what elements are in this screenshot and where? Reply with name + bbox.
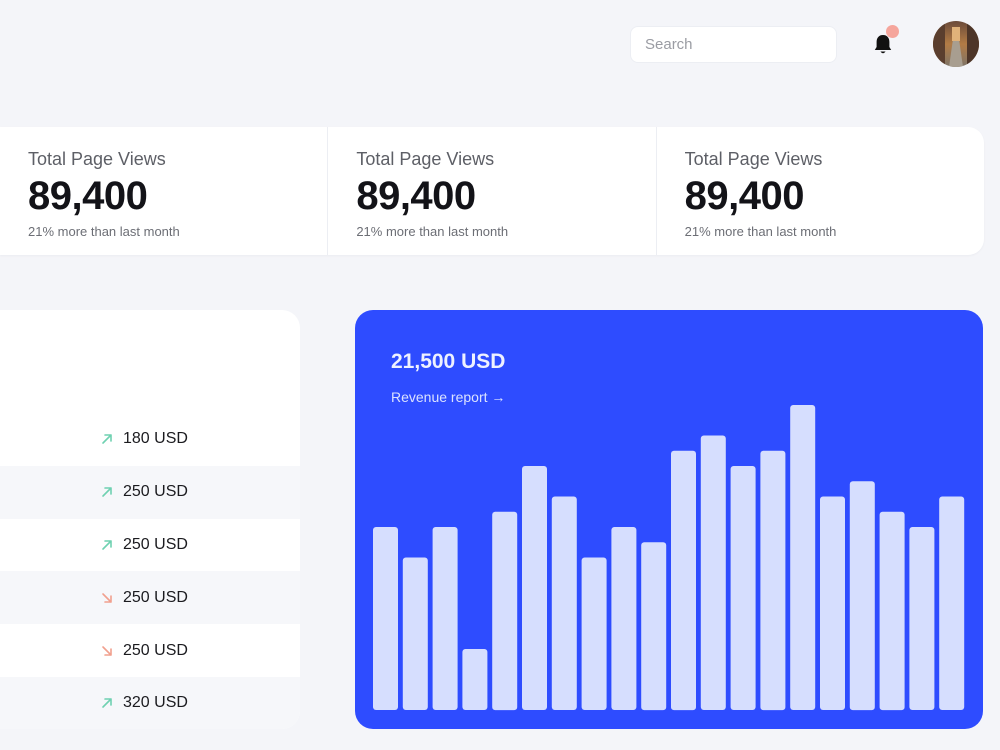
list-item[interactable]: 250 USD — [0, 571, 300, 625]
avatar[interactable] — [933, 21, 979, 67]
arrow-up-right-icon — [102, 487, 112, 497]
stat-value: 89,400 — [356, 174, 476, 218]
revenue-card: 21,500 USD Revenue report → — [355, 310, 983, 729]
stat-label: Total Page Views — [684, 149, 823, 169]
list-item[interactable]: 320 USD — [0, 676, 300, 729]
arrow-up-right-icon — [102, 540, 112, 550]
arrow-down-right-icon — [102, 592, 112, 603]
revenue-bar — [402, 557, 428, 710]
transaction-amount: 250 USD — [123, 535, 188, 553]
list-item[interactable]: 250 USD — [0, 519, 300, 572]
list-item[interactable]: 180 USD — [0, 413, 300, 466]
transactions-card: 180 USD 250 USD 250 USD 250 USD 250 USD — [0, 310, 300, 729]
notifications-button[interactable] — [872, 25, 899, 56]
revenue-bar — [879, 511, 905, 711]
revenue-bar — [373, 527, 398, 710]
stat-value: 89,400 — [684, 174, 805, 218]
list-item[interactable]: 250 USD — [0, 465, 300, 519]
revenue-bar — [671, 450, 696, 711]
arrow-up-right-icon — [102, 698, 112, 709]
arrow-down-right-icon — [102, 645, 112, 656]
revenue-bar — [849, 481, 875, 711]
notification-dot — [886, 25, 899, 38]
arrow-up-right-icon — [102, 434, 112, 445]
transaction-amount: 320 USD — [123, 694, 188, 712]
stat-note: 21% more than last month — [356, 224, 509, 239]
revenue-bar — [432, 527, 458, 710]
stat-note: 21% more than last month — [28, 224, 180, 239]
transaction-amount: 250 USD — [123, 641, 188, 659]
revenue-bar — [641, 542, 667, 711]
revenue-bar — [790, 405, 816, 710]
transaction-amount: 250 USD — [123, 483, 188, 501]
transaction-amount: 180 USD — [123, 430, 188, 448]
stat-value: 89,400 — [28, 174, 148, 218]
revenue-bar — [551, 496, 577, 710]
revenue-bar — [492, 511, 518, 711]
revenue-bar-chart — [373, 405, 965, 711]
stats-panel: Total Page Views 89,400 21% more than la… — [0, 127, 984, 255]
revenue-bar — [760, 450, 786, 711]
revenue-bar — [462, 649, 488, 710]
revenue-bar — [700, 435, 726, 710]
stat-card: Total Page Views 89,400 21% more than la… — [657, 127, 984, 255]
revenue-bar — [611, 527, 637, 710]
revenue-bar — [939, 496, 965, 710]
search-input[interactable] — [645, 36, 822, 53]
revenue-bar — [581, 557, 607, 710]
stat-card: Total Page Views 89,400 21% more than la… — [0, 127, 329, 255]
revenue-bar — [820, 496, 845, 710]
search-box[interactable] — [630, 26, 837, 63]
stat-note: 21% more than last month — [684, 224, 837, 239]
transaction-amount: 250 USD — [123, 588, 188, 606]
stat-label: Total Page Views — [28, 149, 166, 169]
stat-card: Total Page Views 89,400 21% more than la… — [328, 127, 657, 255]
transactions-list: 180 USD 250 USD 250 USD 250 USD 250 USD — [0, 413, 300, 729]
avatar-image — [933, 21, 979, 67]
revenue-bar — [909, 527, 935, 710]
revenue-bar — [522, 466, 547, 710]
list-item[interactable]: 250 USD — [0, 624, 300, 677]
stat-label: Total Page Views — [356, 149, 495, 169]
revenue-bar — [730, 466, 756, 710]
